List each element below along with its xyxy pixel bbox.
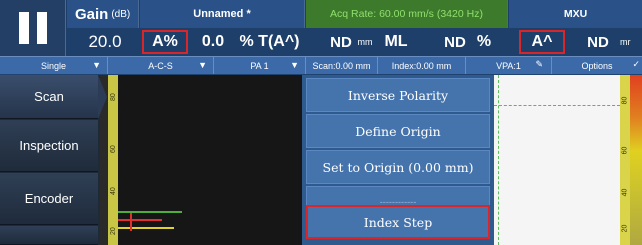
reading-unit: %: [476, 33, 492, 50]
reading-unit: mr: [620, 37, 631, 47]
options-label: Options: [581, 60, 613, 71]
reading-label: T(A^): [258, 33, 300, 50]
sidebar-item-label: Scan: [34, 89, 64, 104]
unit-name: MXU: [509, 0, 642, 28]
vpa-selector[interactable]: VPA:1 ✎: [466, 57, 552, 74]
gain-value[interactable]: 20.0: [80, 28, 130, 56]
ruler-tick: 40: [110, 187, 117, 195]
amplitude-ruler: 80 60 40 20: [108, 75, 118, 245]
options-button[interactable]: Options ✓: [552, 57, 642, 74]
menu-item-index-step[interactable]: Index Step: [306, 205, 490, 239]
acq-rate: Acq Rate: 60.00 mm/s (3420 Hz): [306, 0, 508, 28]
vpa-label: VPA:1: [496, 60, 521, 71]
reading-value: ND: [330, 33, 352, 51]
menu-item-inverse-polarity[interactable]: Inverse Polarity: [306, 78, 490, 112]
reading-field-ml[interactable]: ML: [376, 28, 416, 56]
gate-line: [118, 219, 162, 221]
status-header: Gain (dB) Unnamed * Acq Rate: 60.00 mm/s…: [0, 0, 642, 56]
pause-icon-bar: [37, 12, 47, 44]
reading-field-a-peak[interactable]: A^: [519, 30, 565, 54]
ruler-tick: 60: [110, 145, 117, 153]
sidebar-item-label: Encoder: [24, 191, 74, 206]
ruler-tick: 80: [621, 96, 629, 105]
grid-line: [494, 105, 620, 106]
view-select[interactable]: A-C-S ▼: [108, 57, 214, 74]
gain-label[interactable]: Gain (dB): [67, 0, 139, 28]
signal-area[interactable]: [118, 75, 308, 245]
check-icon: ✓: [632, 59, 640, 69]
chevron-down-icon: ▼: [92, 60, 101, 70]
color-palette-bar: [630, 75, 642, 245]
probe-select-label: PA 1: [250, 60, 269, 71]
file-name: Unnamed *: [140, 0, 305, 28]
selected-arrow-icon: [98, 75, 107, 119]
reading-field-a-percent[interactable]: A%: [142, 30, 188, 54]
reading-value: ND: [444, 33, 466, 51]
sidebar-item-encoder[interactable]: Encoder: [0, 173, 98, 225]
toolbar: Single ▼ A-C-S ▼ PA 1 ▼ Scan:0.00 mm Ind…: [0, 56, 642, 75]
reading-unit: mm: [357, 37, 373, 47]
layout-select[interactable]: Single ▼: [0, 57, 108, 74]
menu-item-define-origin[interactable]: Define Origin: [306, 114, 490, 148]
ruler-tick: 60: [621, 146, 629, 155]
reading-field-t-a[interactable]: % T(A^): [232, 28, 307, 56]
chevron-down-icon: ▼: [198, 60, 207, 70]
ruler-tick: 40: [621, 188, 629, 197]
reading-value: 0.0: [201, 33, 225, 50]
chevron-down-icon: ▼: [290, 60, 299, 70]
sidebar-item-more[interactable]: [0, 226, 98, 245]
ruler-tick: 20: [621, 224, 629, 233]
view-select-label: A-C-S: [148, 60, 173, 71]
ruler-tick: 80: [110, 93, 117, 101]
sidebar: Scan Inspection Encoder: [0, 75, 107, 245]
menu-footer: [302, 239, 494, 245]
gate-marker: [130, 213, 132, 231]
c-scan-view[interactable]: 80 60 40 20: [494, 75, 642, 245]
gate-line: [118, 211, 182, 213]
gain-title: Gain: [75, 5, 109, 23]
context-menu: Inverse Polarity Define Origin Set to Or…: [302, 75, 494, 245]
a-scan-view[interactable]: 80 60 40 20: [108, 75, 308, 245]
sidebar-item-scan[interactable]: Scan: [0, 75, 107, 119]
layout-select-label: Single: [40, 60, 67, 71]
pause-icon: [19, 12, 29, 44]
sidebar-item-label: Inspection: [19, 138, 79, 153]
probe-select[interactable]: PA 1 ▼: [214, 57, 306, 74]
gain-unit: (dB): [111, 8, 131, 20]
pencil-icon: ✎: [535, 59, 543, 69]
index-position[interactable]: Index:0.00 mm: [378, 57, 466, 74]
gate-line: [118, 227, 174, 229]
sidebar-item-inspection[interactable]: Inspection: [0, 120, 98, 172]
scan-position[interactable]: Scan:0.00 mm: [306, 57, 378, 74]
pause-button[interactable]: [0, 0, 66, 56]
reading-unit: %: [239, 33, 254, 50]
reading-value: ND: [587, 33, 609, 51]
menu-item-set-to-origin[interactable]: Set to Origin (0.00 mm): [306, 150, 490, 184]
ruler-tick: 20: [110, 227, 117, 235]
cursor-line: [498, 75, 499, 245]
